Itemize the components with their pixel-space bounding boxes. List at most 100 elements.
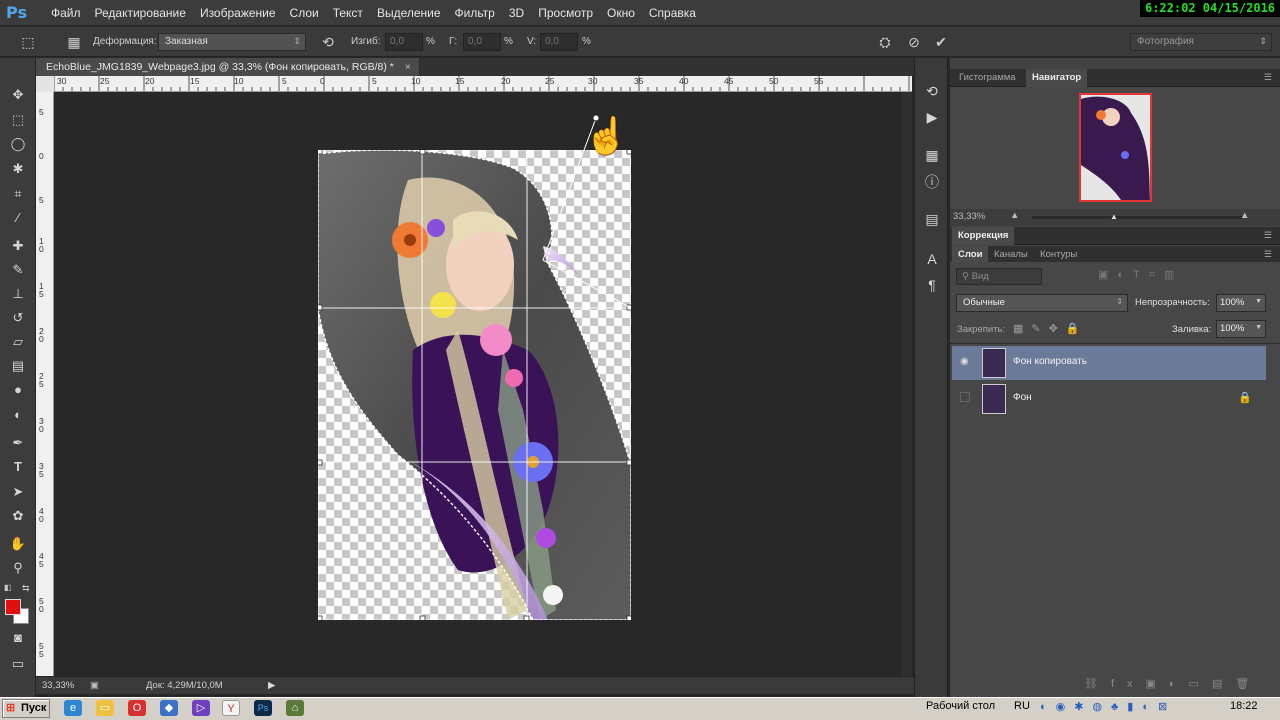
default-colors-icon[interactable]: ◧	[4, 583, 12, 592]
vertical-ruler[interactable]: 5 0 5 1 0 1 5 2 0 2 5 3 0 3 5 4 0 4 5 5 …	[36, 92, 54, 676]
blur-tool-icon[interactable]: ●	[7, 380, 29, 400]
layer-filter-select[interactable]: ⚲ Вид	[956, 268, 1042, 285]
zoom-in-icon[interactable]: ▲	[1240, 210, 1249, 221]
marquee-tool-icon[interactable]: ⬚	[7, 110, 29, 130]
navigator-thumbnail[interactable]	[1079, 93, 1152, 202]
swatches-panel-icon[interactable]: ▦	[921, 144, 943, 166]
menu-help[interactable]: Справка	[642, 6, 703, 20]
tab-histogram[interactable]: Гистограмма	[953, 69, 1022, 87]
zoom-level[interactable]: 33,33%	[42, 677, 74, 695]
hand-tool-icon[interactable]: ✋	[7, 534, 29, 554]
menu-window[interactable]: Окно	[600, 6, 642, 20]
start-button[interactable]: ⊞ Пуск	[2, 699, 50, 718]
zoom-out-icon[interactable]: ▲	[1010, 210, 1019, 221]
photoshop-taskbar-icon[interactable]: Ps	[254, 700, 272, 716]
ie-icon[interactable]: e	[64, 700, 82, 716]
opacity-arrow-icon[interactable]: ▼	[1255, 298, 1262, 305]
layer-name[interactable]: Фон копировать	[1013, 356, 1087, 367]
brush-tool-icon[interactable]: ✎	[7, 260, 29, 280]
menu-select[interactable]: Выделение	[370, 6, 448, 20]
move-tool-icon[interactable]: ✥	[7, 85, 29, 105]
dodge-tool-icon[interactable]: ◐	[7, 405, 29, 425]
foreground-color-swatch[interactable]	[5, 599, 21, 615]
layer-row[interactable]: ◉ Фон копировать	[952, 346, 1266, 380]
document-tab-close-icon[interactable]: ×	[405, 61, 411, 73]
tab-navigator[interactable]: Навигатор	[1026, 69, 1088, 87]
language-indicator[interactable]: RU	[1014, 700, 1030, 712]
eyedropper-tool-icon[interactable]: ⁄	[7, 208, 29, 228]
menu-3d[interactable]: 3D	[502, 6, 531, 20]
corrections-menu-icon[interactable]: ☰	[1264, 230, 1272, 241]
deform-select[interactable]: Заказная ⇕	[158, 33, 306, 51]
lock-options-icons[interactable]: ▦✎✥🔒	[1013, 322, 1088, 335]
history-brush-tool-icon[interactable]: ↺	[7, 308, 29, 328]
actions-panel-icon[interactable]: ▶	[921, 106, 943, 128]
path-selection-tool-icon[interactable]: ➤	[7, 482, 29, 502]
outlook-icon[interactable]: ◆	[160, 700, 178, 716]
yandex-icon[interactable]: Y	[222, 700, 240, 716]
folder-icon[interactable]: ▭	[96, 700, 114, 716]
layers-bottom-icons[interactable]: ⛓fx▣◐▭▤🗑	[1084, 677, 1264, 693]
screen-mode-icon[interactable]: ▭	[7, 654, 29, 674]
reference-point-icon[interactable]: ▦	[64, 32, 84, 52]
menu-file[interactable]: Файл	[44, 6, 88, 20]
menu-edit[interactable]: Редактирование	[88, 6, 193, 20]
zoom-tool-icon[interactable]: ⚲	[7, 558, 29, 578]
layer-name[interactable]: Фон	[1013, 392, 1032, 403]
pen-tool-icon[interactable]: ✒	[7, 433, 29, 453]
zoom-slider[interactable]	[1032, 216, 1242, 219]
h-distort-input[interactable]: 0,0	[463, 33, 501, 51]
zoom-slider-thumb[interactable]: ▲	[1110, 212, 1118, 221]
custom-shape-tool-icon[interactable]: ✿	[7, 506, 29, 526]
system-tray-icons[interactable]: ◐◉✱◍♣▮◐⊠	[1040, 700, 1225, 716]
type-tool-icon[interactable]: T	[7, 457, 29, 477]
commit-transform-icon[interactable]: ✔	[931, 32, 951, 52]
vertical-scrollbar[interactable]	[902, 92, 912, 676]
blend-mode-select[interactable]: Обычные ⇕	[956, 294, 1128, 312]
info-panel-icon[interactable]: ⓘ	[921, 171, 943, 193]
desktop-label[interactable]: Рабочий стол	[926, 700, 995, 712]
gradient-tool-icon[interactable]: ▤	[7, 356, 29, 376]
menu-type[interactable]: Текст	[326, 6, 370, 20]
workspace-select[interactable]: Фотография ⇕	[1130, 33, 1272, 51]
lasso-tool-icon[interactable]: ◯	[7, 134, 29, 154]
menu-view[interactable]: Просмотр	[531, 6, 600, 20]
cancel-transform-icon[interactable]: ⊘	[904, 32, 924, 52]
transform-tool-icon[interactable]: ⬚	[18, 32, 38, 52]
menu-image[interactable]: Изображение	[193, 6, 283, 20]
layer-comps-panel-icon[interactable]: ▤	[921, 208, 943, 230]
document-tab[interactable]: EchoBlue_JMG1839_Webpage3.jpg @ 33,3% (Ф…	[36, 58, 420, 76]
warp-orientation-icon[interactable]: ⟲	[318, 32, 338, 52]
opacity-input[interactable]: 100% ▼	[1216, 294, 1266, 312]
character-panel-icon[interactable]: A	[921, 248, 943, 270]
paragraph-panel-icon[interactable]: ¶	[921, 274, 943, 296]
app-taskbar-icon[interactable]: ⌂	[286, 700, 304, 716]
eraser-tool-icon[interactable]: ▱	[7, 332, 29, 352]
horizontal-ruler[interactable]: 30 25 20 15 10 5 0 5 10 15 20 25 30 35 4…	[54, 76, 912, 92]
bend-input[interactable]: 0,0	[385, 33, 423, 51]
menu-filter[interactable]: Фильтр	[448, 6, 502, 20]
fill-input[interactable]: 100% ▼	[1216, 320, 1266, 338]
clone-stamp-tool-icon[interactable]: ⊥	[7, 284, 29, 304]
export-icon[interactable]: ▣	[90, 677, 99, 695]
status-menu-arrow-icon[interactable]: ▶	[268, 677, 275, 695]
crop-tool-icon[interactable]: ⌗	[7, 184, 29, 204]
fill-arrow-icon[interactable]: ▼	[1255, 324, 1262, 331]
quick-mask-icon[interactable]: ◙	[7, 628, 29, 648]
menu-layers[interactable]: Слои	[283, 6, 326, 20]
ruler-origin[interactable]	[36, 76, 54, 92]
healing-brush-tool-icon[interactable]: ✚	[7, 236, 29, 256]
swap-colors-icon[interactable]: ⇆	[22, 583, 30, 594]
magic-wand-tool-icon[interactable]: ✱	[7, 159, 29, 179]
layers-menu-icon[interactable]: ☰	[1264, 249, 1272, 260]
media-player-icon[interactable]: ▷	[192, 700, 210, 716]
puppet-warp-icon[interactable]: ⛭	[875, 32, 895, 52]
layer-row[interactable]: Фон 🔒	[952, 382, 1266, 416]
visibility-eye-icon[interactable]: ◉	[960, 356, 969, 367]
opera-icon[interactable]: O	[128, 700, 146, 716]
layer-filter-icons[interactable]: ▣◐T⌗▥	[1098, 268, 1258, 285]
v-distort-input[interactable]: 0,0	[540, 33, 578, 51]
visibility-toggle-empty[interactable]	[960, 392, 970, 402]
navigator-menu-icon[interactable]: ☰	[1264, 72, 1272, 83]
navigator-zoom-value[interactable]: 33,33%	[953, 211, 985, 222]
